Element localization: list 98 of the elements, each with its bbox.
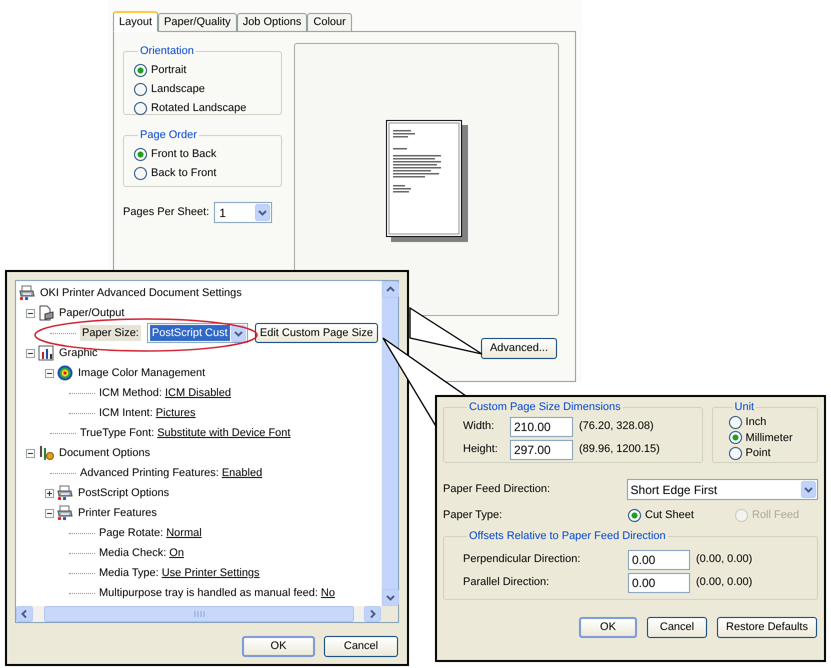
collapse-toggle[interactable] xyxy=(26,448,35,458)
setting-label: Media Check: xyxy=(99,546,166,561)
radio-label: Millimeter xyxy=(746,430,793,446)
collapse-toggle[interactable] xyxy=(26,308,35,318)
scroll-up-button[interactable] xyxy=(382,281,398,298)
collapse-toggle[interactable] xyxy=(26,348,35,358)
setting-link[interactable]: Use Printer Settings xyxy=(162,564,260,582)
setting-label: TrueType Font: xyxy=(80,426,154,441)
button[interactable]: Cancel xyxy=(324,636,398,657)
target-icon xyxy=(57,365,73,381)
setting-label: ICM Method: xyxy=(99,386,162,401)
setting-label: Page Rotate: xyxy=(99,526,164,541)
pages-per-sheet-dropdown[interactable]: 1 xyxy=(214,202,272,223)
button[interactable]: OK xyxy=(242,636,315,657)
field-label: Height: xyxy=(463,442,499,458)
tree-item-label[interactable]: Image Color Management xyxy=(78,364,206,382)
range-text: (89.96, 1200.15) xyxy=(579,442,660,458)
field-label: Paper Type: xyxy=(443,508,504,524)
tree-item-label[interactable]: Paper/Output xyxy=(59,304,124,322)
scroll-down-button[interactable] xyxy=(382,589,398,606)
setting-link[interactable]: Pictures xyxy=(156,404,196,422)
bar-chart-icon xyxy=(38,345,54,361)
scroll-right-button[interactable] xyxy=(364,606,381,622)
field-label: Parallel Direction: xyxy=(463,575,550,590)
group-title: Custom Page Size Dimensions xyxy=(468,400,622,415)
tools-icon xyxy=(38,445,54,461)
radio-label: Roll Feed xyxy=(752,508,800,524)
radio-label: Cut Sheet xyxy=(645,508,694,524)
setting-link[interactable]: On xyxy=(169,544,184,562)
scroll-left-button[interactable] xyxy=(16,606,33,622)
button[interactable]: Cancel xyxy=(647,617,707,638)
radio-button[interactable] xyxy=(628,509,641,522)
tab[interactable]: Paper/Quality xyxy=(158,13,237,31)
button[interactable]: OK xyxy=(579,617,637,638)
radio-label: Inch xyxy=(746,415,766,430)
group-title: Offsets Relative to Paper Feed Direction xyxy=(468,529,667,544)
radio-button[interactable] xyxy=(728,431,742,444)
setting-link[interactable]: Normal xyxy=(166,524,202,542)
input-field[interactable]: 210.00 xyxy=(510,416,573,436)
group-title: Page Order xyxy=(139,128,198,143)
input-field[interactable]: 0.00 xyxy=(628,550,690,570)
radio-button[interactable] xyxy=(728,416,742,429)
printer-icon xyxy=(57,505,73,521)
radio-label: Point xyxy=(746,446,771,461)
tree-item-label[interactable]: Document Options xyxy=(59,444,150,462)
button[interactable]: Restore Defaults xyxy=(717,617,817,638)
tab[interactable]: Colour xyxy=(307,13,352,31)
range-text: (0.00, 0.00) xyxy=(696,575,752,590)
field-label: Pages Per Sheet: xyxy=(123,205,210,220)
tab[interactable]: Layout xyxy=(113,11,158,32)
setting-link[interactable]: Enabled xyxy=(222,464,262,482)
range-text: (0.00, 0.00) xyxy=(696,552,752,568)
radio-button[interactable] xyxy=(134,82,147,96)
collapse-toggle[interactable] xyxy=(45,368,54,378)
radio-label: Portrait xyxy=(151,62,186,78)
vertical-scrollbar[interactable] xyxy=(381,281,398,606)
field-label: Paper Feed Direction: xyxy=(443,482,551,498)
button[interactable]: Advanced... xyxy=(481,338,557,359)
radio-label: Back to Front xyxy=(151,166,216,181)
group-title: Unit xyxy=(734,400,756,415)
setting-label: Paper Size: xyxy=(80,324,141,342)
setting-label: Advanced Printing Features: xyxy=(80,466,219,481)
edit-custom-page-size-button[interactable]: Edit Custom Page Size xyxy=(254,323,378,343)
setting-label: Multipurpose tray is handled as manual feed: xyxy=(99,586,318,601)
expand-toggle[interactable] xyxy=(45,488,54,498)
printer-icon xyxy=(19,285,35,301)
range-text: (76.20, 328.08) xyxy=(579,419,654,434)
input-field[interactable]: 0.00 xyxy=(628,572,690,592)
horizontal-scrollbar[interactable] xyxy=(16,606,381,622)
field-label: Perpendicular Direction: xyxy=(463,552,582,568)
tree-item-label[interactable]: Graphic xyxy=(59,344,98,362)
collapse-toggle[interactable] xyxy=(45,508,54,518)
paper-size-dropdown[interactable]: PostScript Cust xyxy=(146,323,248,343)
setting-link[interactable]: Substitute with Device Font xyxy=(157,424,290,442)
tab[interactable]: Job Options xyxy=(236,13,308,31)
setting-label: ICM Intent: xyxy=(99,406,153,421)
radio-label: Front to Back xyxy=(151,146,216,162)
radio-button[interactable] xyxy=(134,64,147,76)
tree-item-label[interactable]: PostScript Options xyxy=(78,484,170,502)
field-label: Width: xyxy=(463,419,496,434)
scrollbar-thumb[interactable] xyxy=(44,606,354,622)
radio-button[interactable] xyxy=(728,446,742,460)
tree-item-label[interactable]: Printer Features xyxy=(78,504,157,522)
radio-button[interactable] xyxy=(134,102,147,114)
radio-label: Landscape xyxy=(151,82,205,97)
radio-button[interactable] xyxy=(134,148,147,160)
scrollbar-corner xyxy=(381,606,398,622)
input-field[interactable]: 297.00 xyxy=(510,440,573,460)
group-title: Orientation xyxy=(139,44,195,59)
setting-label: Media Type: xyxy=(99,566,159,581)
radio-label: Rotated Landscape xyxy=(151,100,246,116)
page-icon xyxy=(38,305,54,321)
paper-feed-dropdown[interactable]: Short Edge First xyxy=(626,479,818,500)
setting-link[interactable]: No xyxy=(320,584,335,602)
tree-item-label[interactable]: OKI Printer Advanced Document Settings xyxy=(40,284,242,302)
setting-link[interactable]: ICM Disabled xyxy=(164,384,231,402)
radio-button[interactable] xyxy=(134,166,147,180)
printer-icon xyxy=(57,485,73,501)
